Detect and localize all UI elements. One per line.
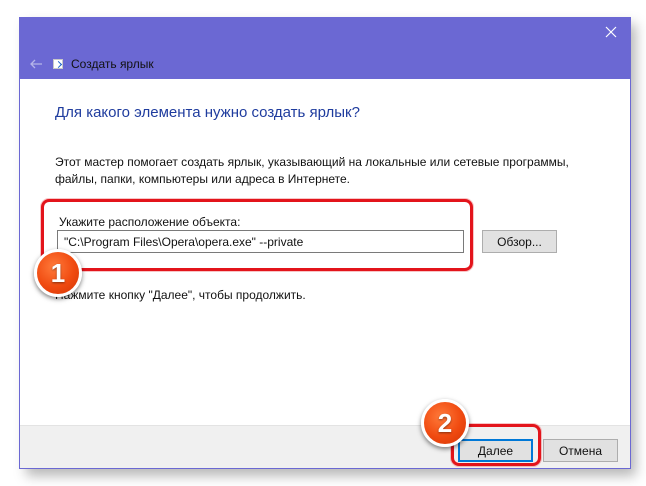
browse-button[interactable]: Обзор... [482, 230, 557, 253]
wizard-header-bar: Создать ярлык [20, 49, 630, 79]
cancel-button[interactable]: Отмена [543, 439, 618, 462]
step-badge-2: 2 [421, 399, 469, 447]
step-badge-1: 1 [34, 249, 82, 297]
page-heading: Для какого элемента нужно создать ярлык? [55, 104, 360, 121]
window-title: Создать ярлык [71, 57, 154, 71]
close-icon[interactable] [600, 22, 622, 44]
wizard-description: Этот мастер помогает создать ярлык, указ… [55, 155, 569, 186]
continue-hint: Нажмите кнопку "Далее", чтобы продолжить… [55, 288, 306, 302]
back-arrow-icon[interactable] [28, 56, 44, 72]
shortcut-wizard-icon [53, 59, 63, 69]
highlight-location-field [41, 199, 473, 271]
title-bar [20, 18, 630, 49]
